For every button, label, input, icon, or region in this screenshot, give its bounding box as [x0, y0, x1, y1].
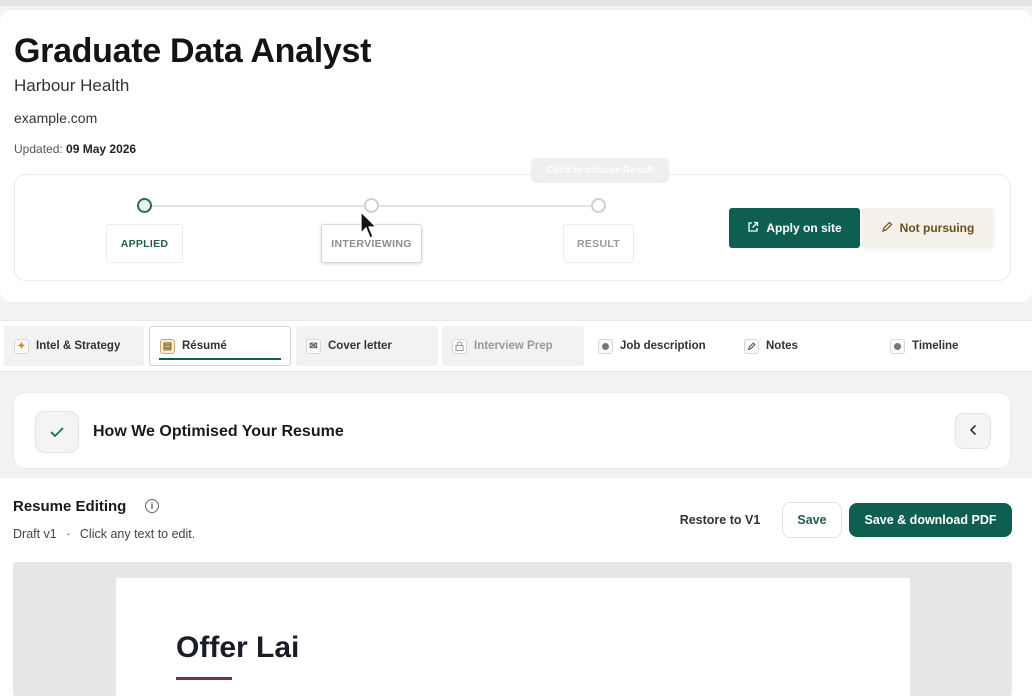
tab-label: Intel & Strategy	[36, 340, 121, 352]
tab-label: Notes	[766, 340, 798, 352]
resume-editing-title: Resume Editing	[13, 498, 127, 515]
top-strip	[0, 0, 1032, 6]
tab-notes[interactable]: Notes	[734, 326, 876, 366]
tab-resume[interactable]: ▤ Résumé	[149, 326, 291, 366]
tab-timeline[interactable]: Timeline	[880, 326, 1022, 366]
apply-label: Apply on site	[766, 221, 842, 235]
resume-editing-panel: Resume Editing i Draft v1 · Click any te…	[0, 478, 1032, 696]
tab-label: Cover letter	[328, 340, 392, 352]
tab-label: Job description	[620, 340, 706, 352]
dot-icon	[890, 338, 905, 354]
apply-on-site-button[interactable]: Apply on site	[729, 208, 860, 248]
draft-version: Draft v1	[13, 527, 57, 541]
stage-label-result[interactable]: RESULT	[563, 224, 634, 263]
separator-dot: ·	[66, 527, 71, 541]
info-icon[interactable]: i	[145, 499, 159, 513]
optimised-title: How We Optimised Your Resume	[93, 423, 344, 440]
check-icon	[35, 411, 79, 453]
optimised-resume-card[interactable]: How We Optimised Your Resume	[13, 392, 1011, 469]
lock-icon	[452, 338, 467, 354]
document-icon: ▤	[160, 338, 175, 354]
tab-label: Résumé	[182, 340, 227, 352]
edit-hint: Click any text to edit.	[79, 527, 196, 541]
updated-label: Updated:	[14, 142, 63, 156]
stage-tracker: Click to choose Result APPLIED INTERVIEW…	[14, 158, 1011, 281]
stage-label-applied[interactable]: APPLIED	[106, 224, 183, 263]
tab-interview-prep[interactable]: Interview Prep	[442, 326, 584, 366]
resume-name[interactable]: Offer Lai	[176, 631, 299, 665]
job-title: Graduate Data Analyst	[14, 32, 372, 70]
save-download-pdf-button[interactable]: Save & download PDF	[849, 503, 1012, 537]
not-pursuing-label: Not pursuing	[899, 221, 975, 235]
resume-preview-area: Offer Lai	[13, 562, 1012, 696]
stage-dot-applied[interactable]	[137, 198, 152, 213]
envelope-icon: ✉	[306, 338, 321, 354]
tab-selected-underline	[159, 358, 281, 360]
mouse-cursor-icon	[360, 210, 380, 241]
job-header-card: Graduate Data Analyst Harbour Health exa…	[0, 10, 1032, 302]
company-name: Harbour Health	[14, 76, 130, 95]
save-button[interactable]: Save	[782, 502, 842, 538]
tab-label: Timeline	[912, 340, 959, 352]
result-tooltip: Click to choose Result	[531, 158, 669, 183]
sparkle-icon: ✦	[14, 338, 29, 354]
company-site[interactable]: example.com	[14, 110, 97, 126]
updated-date: Updated: 09 May 2026	[14, 142, 136, 156]
pencil-icon	[881, 221, 893, 236]
dot-icon	[598, 338, 613, 354]
external-link-icon	[747, 221, 759, 236]
chevron-left-icon	[969, 423, 977, 439]
tab-intel-strategy[interactable]: ✦ Intel & Strategy	[4, 326, 144, 366]
resume-page[interactable]: Offer Lai	[116, 578, 910, 696]
pencil-icon	[744, 338, 759, 354]
draft-status: Draft v1 · Click any text to edit.	[13, 527, 195, 541]
not-pursuing-button[interactable]: Not pursuing	[862, 208, 993, 248]
tab-label: Interview Prep	[474, 340, 553, 352]
name-underline-rule	[176, 677, 232, 680]
restore-v1-button[interactable]: Restore to V1	[670, 505, 770, 535]
updated-value: 09 May 2026	[66, 142, 137, 156]
tab-job-description[interactable]: Job description	[588, 326, 730, 366]
stage-dot-result[interactable]	[591, 198, 606, 213]
tabs-bar: ✦ Intel & Strategy ▤ Résumé ✉ Cover lett…	[0, 320, 1032, 372]
tab-cover-letter[interactable]: ✉ Cover letter	[296, 326, 438, 366]
collapse-button[interactable]	[955, 413, 991, 449]
